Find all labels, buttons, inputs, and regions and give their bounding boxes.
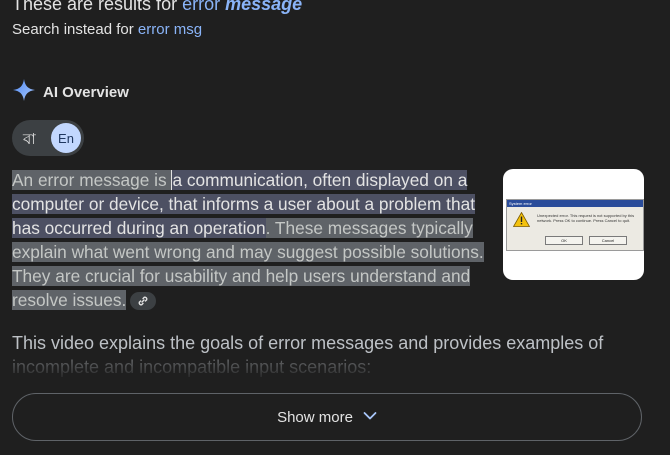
overview-thumbnail[interactable]: System error Unexpected error. This requ… [503, 169, 644, 280]
corrected-query-link[interactable]: error message [182, 0, 302, 14]
lang-option-english[interactable]: En [51, 123, 81, 153]
query-bold: message [225, 0, 303, 14]
source-link-button[interactable] [130, 289, 157, 313]
chevron-down-icon [363, 408, 377, 426]
video-text-line-2: incomplete and incompatible input scenar… [12, 355, 652, 379]
lang-option-bengali[interactable]: বা [23, 128, 36, 153]
para-part-1: An error message is [12, 170, 172, 190]
spelling-correction: These are results for error message [12, 0, 302, 15]
error-dialog-image: System error Unexpected error. This requ… [506, 199, 644, 251]
ai-overview-header: AI Overview [12, 78, 129, 107]
results-prefix: These are results for [12, 0, 178, 14]
search-instead: Search instead for error msg [12, 21, 202, 38]
ai-overview-paragraph: An error message is a communication, oft… [12, 168, 490, 312]
query-plain: error [182, 0, 221, 14]
dialog-cancel-button: Cancel [589, 236, 627, 245]
sparkle-icon [12, 78, 36, 107]
warning-icon [512, 211, 531, 232]
original-query-link[interactable]: error msg [138, 21, 202, 38]
video-description: This video explains the goals of error m… [12, 331, 652, 379]
video-text-line-1: This video explains the goals of error m… [12, 333, 604, 353]
dialog-title: System error [507, 200, 643, 207]
dialog-ok-button: OK [545, 236, 583, 245]
show-more-button[interactable]: Show more [12, 393, 642, 441]
ai-overview-title: AI Overview [43, 83, 129, 101]
language-toggle[interactable]: বা En [12, 120, 84, 156]
link-icon [137, 289, 149, 313]
search-instead-prefix: Search instead for [12, 21, 134, 38]
show-more-label: Show more [277, 408, 353, 426]
dialog-message: Unexpected error. This request is not su… [537, 213, 635, 223]
